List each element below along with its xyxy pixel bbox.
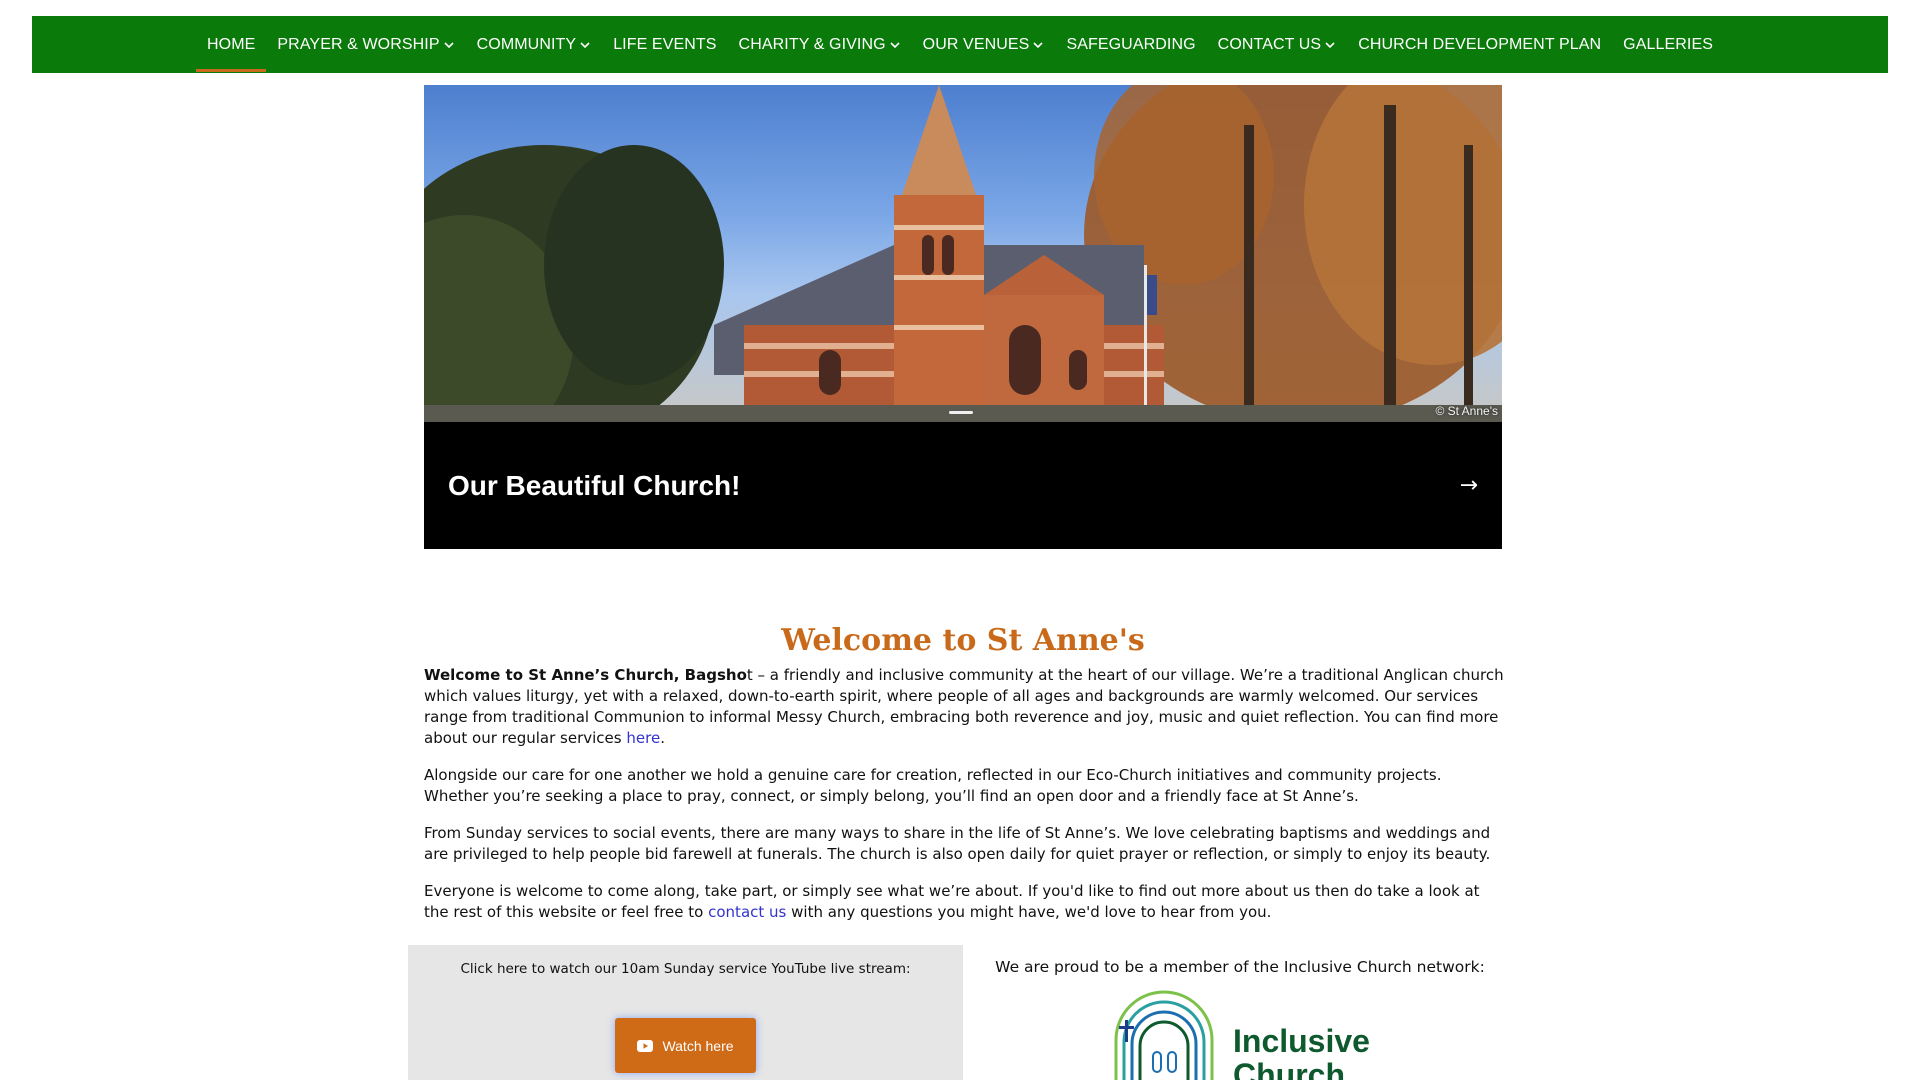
nav-item-label: COMMUNITY bbox=[476, 35, 577, 53]
welcome-bold-intro: Welcome to St Anne’s Church, Bagsho bbox=[424, 666, 747, 684]
logo-text-line: Church bbox=[1233, 1057, 1345, 1080]
services-link[interactable]: here bbox=[626, 729, 660, 747]
nav-item-prayer-worship[interactable]: PRAYER & WORSHIP bbox=[266, 16, 465, 73]
hero-church-photo: © St Anne's bbox=[424, 85, 1502, 422]
nav-item-home[interactable]: HOME bbox=[196, 16, 267, 73]
welcome-text-end: with any questions you might have, we'd … bbox=[786, 903, 1272, 921]
watch-here-button[interactable]: Watch here bbox=[615, 1018, 756, 1073]
nav-item-label: LIFE EVENTS bbox=[613, 35, 717, 53]
arrow-right-icon[interactable]: → bbox=[1460, 473, 1478, 498]
watch-here-label: Watch here bbox=[662, 1037, 734, 1054]
nav-item-safeguarding[interactable]: SAFEGUARDING bbox=[1055, 16, 1206, 73]
nav-item-charity-giving[interactable]: CHARITY & GIVING bbox=[728, 16, 912, 73]
nav-item-galleries[interactable]: GALLERIES bbox=[1612, 16, 1724, 73]
chevron-down-icon bbox=[444, 41, 454, 48]
nav-item-label: CONTACT US bbox=[1217, 35, 1322, 53]
inclusive-church-logo-text: Inclusive Church bbox=[1233, 1024, 1370, 1080]
livestream-text: Click here to watch our 10am Sunday serv… bbox=[460, 961, 911, 977]
welcome-paragraph-2: Alongside our care for one another we ho… bbox=[424, 766, 1442, 805]
inclusive-church-logo[interactable]: Inclusive Church bbox=[1108, 990, 1388, 1080]
slide-indicator[interactable] bbox=[949, 411, 973, 414]
church-illustration bbox=[424, 85, 1502, 422]
nav-item-label: CHURCH DEVELOPMENT PLAN bbox=[1358, 35, 1602, 53]
hero-title: Our Beautiful Church! bbox=[448, 469, 741, 501]
nav-item-label: GALLERIES bbox=[1623, 35, 1713, 53]
nav-item-label: PRAYER & WORSHIP bbox=[277, 35, 440, 53]
chevron-down-icon bbox=[890, 41, 900, 48]
chevron-down-icon bbox=[1325, 41, 1335, 48]
hero-slider: © St Anne's Our Beautiful Church! → bbox=[424, 85, 1502, 549]
inclusive-church-text: We are proud to be a member of the Inclu… bbox=[995, 958, 1485, 976]
nav-item-label: OUR VENUES bbox=[922, 35, 1030, 53]
nav-item-label: SAFEGUARDING bbox=[1066, 35, 1196, 53]
main-navbar: HOME PRAYER & WORSHIP COMMUNITY LIFE EVE… bbox=[32, 16, 1888, 73]
nav-item-label: CHARITY & GIVING bbox=[738, 35, 886, 53]
nav-item-our-venues[interactable]: OUR VENUES bbox=[912, 16, 1056, 73]
livestream-panel: Click here to watch our 10am Sunday serv… bbox=[408, 945, 963, 1080]
nav-item-life-events[interactable]: LIFE EVENTS bbox=[602, 16, 727, 73]
photo-credit: © St Anne's bbox=[1435, 404, 1498, 418]
hero-caption-bar[interactable]: Our Beautiful Church! → bbox=[424, 422, 1502, 549]
welcome-paragraph-4: Everyone is welcome to come along, take … bbox=[424, 881, 1504, 923]
chevron-down-icon bbox=[1033, 41, 1044, 48]
inclusive-church-arch-icon bbox=[1114, 990, 1214, 1080]
welcome-text-end: . bbox=[660, 729, 665, 747]
chevron-down-icon bbox=[580, 41, 590, 48]
welcome-paragraph-1: Welcome to St Anne’s Church, Bagshot – a… bbox=[424, 665, 1504, 749]
nav-item-community[interactable]: COMMUNITY bbox=[466, 16, 603, 73]
welcome-heading: Welcome to St Anne's bbox=[781, 623, 1145, 658]
nav-item-church-development-plan[interactable]: CHURCH DEVELOPMENT PLAN bbox=[1347, 16, 1612, 73]
nav-list: HOME PRAYER & WORSHIP COMMUNITY LIFE EVE… bbox=[196, 16, 1724, 73]
welcome-body: Welcome to St Anne’s Church, Bagshot – a… bbox=[424, 665, 1504, 939]
youtube-icon bbox=[637, 1039, 654, 1052]
logo-text-line: Inclusive bbox=[1233, 1023, 1370, 1059]
welcome-paragraph-3: From Sunday services to social events, t… bbox=[424, 824, 1491, 863]
nav-item-contact-us[interactable]: CONTACT US bbox=[1207, 16, 1348, 73]
nav-item-label: HOME bbox=[207, 35, 256, 53]
contact-us-link[interactable]: contact us bbox=[708, 903, 786, 921]
